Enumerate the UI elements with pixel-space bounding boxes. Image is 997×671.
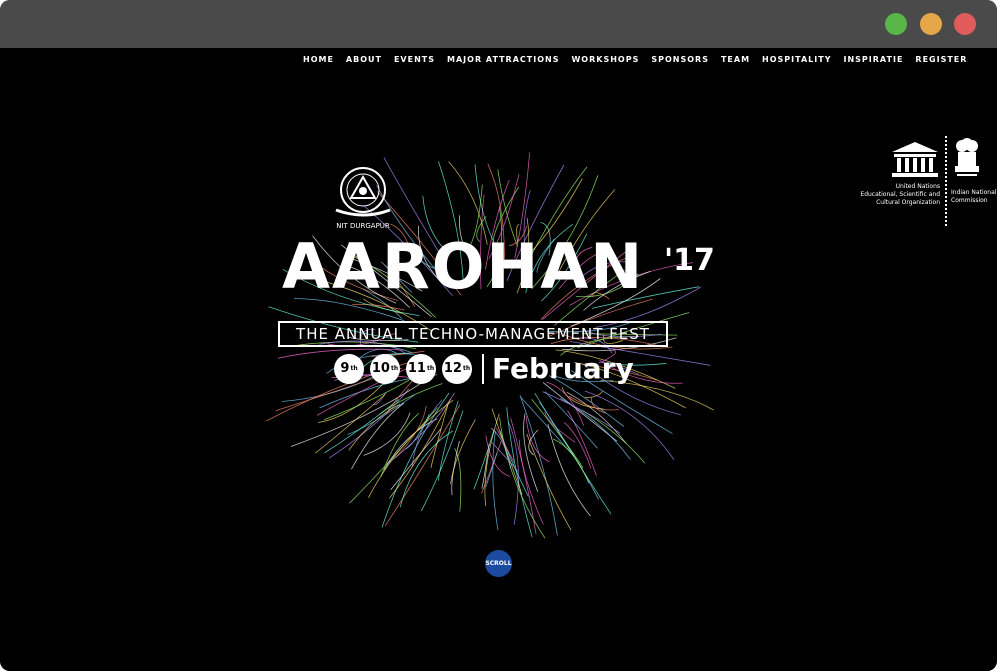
burst-strand	[450, 419, 476, 485]
national-emblem-icon	[955, 138, 979, 176]
nav-inspiratie[interactable]: INSPIRATIE	[844, 55, 904, 64]
date-badge: 10th	[370, 353, 400, 384]
burst-strand	[546, 381, 585, 426]
scroll-button[interactable]: SCROLL	[485, 550, 512, 577]
unesco-caption: United Nations Educational, Scientific a…	[860, 183, 940, 206]
burst-strand	[368, 399, 454, 498]
burst-strand	[324, 399, 399, 454]
burst-strand	[485, 435, 511, 477]
nav-register[interactable]: REGISTER	[915, 55, 967, 64]
burst-strand	[526, 434, 572, 531]
burst-strand	[542, 382, 618, 442]
nav-sponsors[interactable]: SPONSORS	[651, 55, 709, 64]
burst-strand	[473, 429, 495, 490]
burst-strand	[390, 428, 442, 491]
maximize-dot[interactable]	[920, 13, 942, 35]
nav-events[interactable]: EVENTS	[394, 55, 435, 64]
nav-team[interactable]: TEAM	[721, 55, 750, 64]
fest-year: '17	[664, 243, 715, 278]
burst-strand	[290, 376, 432, 447]
window-titlebar	[0, 0, 997, 48]
burst-strand	[347, 394, 415, 435]
minimize-dot[interactable]	[885, 13, 907, 35]
date-badge: 11th	[406, 353, 436, 384]
fest-dates: 9th 10th 11th 12th February	[334, 352, 634, 385]
unesco-logo	[892, 142, 938, 177]
nav-workshops[interactable]: WORKSHOPS	[571, 55, 639, 64]
fest-month: February	[492, 352, 634, 385]
nav-hospitality[interactable]: HOSPITALITY	[762, 55, 831, 64]
burst-strand	[318, 382, 385, 423]
close-dot[interactable]	[954, 13, 976, 35]
burst-strand	[499, 417, 546, 539]
burst-strand	[590, 397, 607, 414]
commission-caption: Indian National Commission	[951, 189, 997, 204]
browser-window: HOME ABOUT EVENTS MAJOR ATTRACTIONS WORK…	[0, 0, 997, 671]
fest-subtitle: THE ANNUAL TECHNO-MANAGEMENT FEST	[278, 321, 668, 347]
nav-about[interactable]: ABOUT	[346, 55, 382, 64]
college-name: NIT DURGAPUR	[336, 222, 390, 230]
date-badge: 9th	[334, 353, 364, 384]
burst-strand	[399, 430, 454, 508]
burst-strand	[451, 440, 460, 496]
nav-home[interactable]: HOME	[303, 55, 334, 64]
date-badge: 12th	[442, 353, 472, 384]
date-divider	[482, 353, 484, 384]
partner-divider	[945, 136, 947, 226]
burst-strand	[348, 403, 401, 451]
fest-title: AAROHAN	[282, 230, 645, 303]
burst-strand	[553, 438, 590, 484]
burst-strand	[584, 390, 675, 460]
page-content: HOME ABOUT EVENTS MAJOR ATTRACTIONS WORK…	[0, 48, 997, 671]
nav-major-attractions[interactable]: MAJOR ATTRACTIONS	[447, 55, 559, 64]
